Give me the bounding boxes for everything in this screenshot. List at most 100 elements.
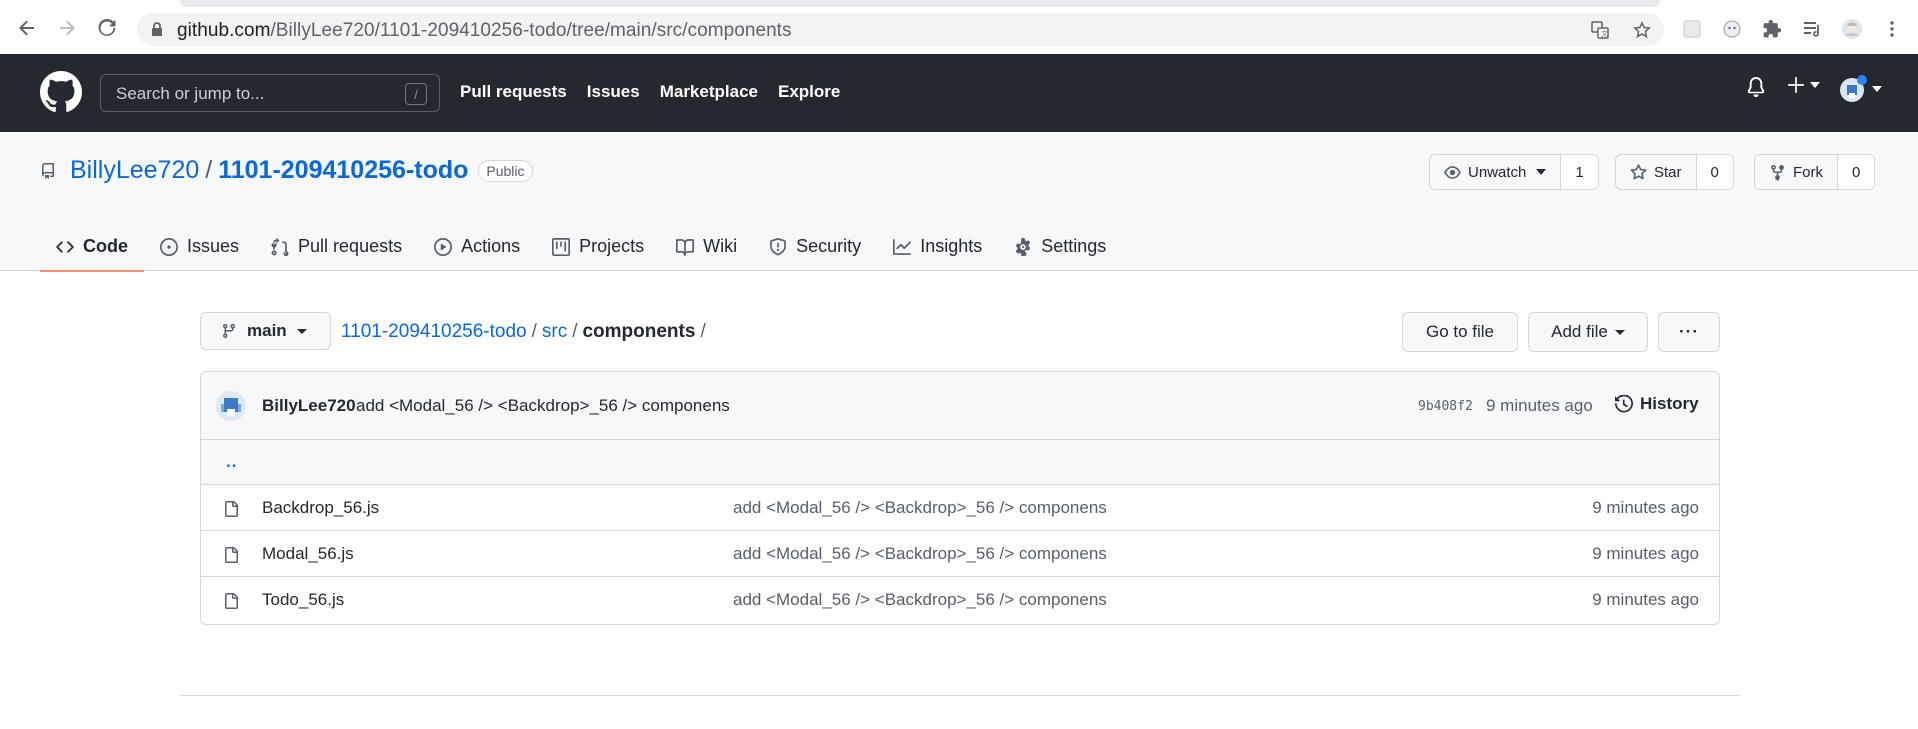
extension-face-icon[interactable] <box>1721 18 1743 40</box>
history-label: History <box>1640 394 1699 413</box>
reading-list-icon[interactable] <box>1801 18 1823 40</box>
search-input[interactable]: Search or jump to... / <box>100 74 440 112</box>
file-commit-message-link[interactable]: add <Modal_56 /> <Backdrop>_56 /> compon… <box>733 544 1107 564</box>
nav-explore[interactable]: Explore <box>778 82 840 102</box>
breadcrumb: 1101-209410256-todo / src / components / <box>341 321 711 343</box>
breadcrumb-repo-link[interactable]: 1101-209410256-todo <box>341 321 527 342</box>
reload-icon[interactable] <box>93 14 121 42</box>
url-text: github.com/BillyLee720/1101-209410256-to… <box>177 20 792 41</box>
extensions-puzzle-icon[interactable] <box>1761 18 1783 40</box>
back-icon[interactable] <box>13 14 41 42</box>
tab-settings-label: Settings <box>1041 236 1107 256</box>
tab-security[interactable]: Security <box>753 222 877 271</box>
github-logo-icon[interactable] <box>40 71 82 113</box>
tab-projects[interactable]: Projects <box>536 222 660 271</box>
repo-tabs: Code Issues Pull requests Actions Projec… <box>40 222 1122 272</box>
unwatch-label: Unwatch <box>1468 163 1527 181</box>
git-branch-icon <box>223 323 235 339</box>
commit-author-avatar[interactable] <box>216 391 246 421</box>
fork-count[interactable]: 0 <box>1838 155 1875 189</box>
file-name-link[interactable]: Modal_56.js <box>262 544 354 564</box>
file-name-link[interactable]: Backdrop_56.js <box>262 498 379 518</box>
user-avatar[interactable] <box>1839 74 1882 104</box>
commit-sha-link[interactable]: 9b408f2 <box>1418 399 1473 414</box>
star-button[interactable]: Star <box>1616 155 1697 189</box>
breadcrumb-separator: / <box>700 321 706 342</box>
bookmark-star-icon[interactable] <box>1632 20 1652 40</box>
parent-directory-link[interactable]: .. <box>226 452 237 472</box>
tab-pull-requests[interactable]: Pull requests <box>255 222 418 271</box>
nav-marketplace[interactable]: Marketplace <box>660 82 758 102</box>
chevron-down-icon <box>296 328 307 334</box>
create-new-plus-icon[interactable] <box>1787 76 1820 94</box>
star-count[interactable]: 0 <box>1696 155 1733 189</box>
tab-settings[interactable]: Settings <box>998 222 1122 271</box>
chevron-down-icon <box>1614 329 1625 335</box>
file-name-link[interactable]: Todo_56.js <box>262 590 344 610</box>
global-nav: Pull requests Issues Marketplace Explore <box>460 82 860 102</box>
repo-name-link[interactable]: 1101-209410256-todo <box>218 156 468 185</box>
visibility-badge: Public <box>478 159 533 182</box>
file-commit-time: 9 minutes ago <box>1592 498 1699 517</box>
branch-select-button[interactable]: main <box>200 312 331 350</box>
gear-icon <box>1016 237 1031 256</box>
watch-count[interactable]: 1 <box>1561 155 1598 189</box>
add-file-button[interactable]: Add file <box>1528 312 1648 352</box>
file-listing: BillyLee720 add <Modal_56 /> <Backdrop>_… <box>200 371 1720 625</box>
go-to-file-button[interactable]: Go to file <box>1402 312 1518 352</box>
browser-menu-icon[interactable] <box>1881 18 1903 40</box>
forward-icon[interactable] <box>53 14 81 42</box>
tab-issues[interactable]: Issues <box>144 222 255 271</box>
file-row: Backdrop_56.js add <Modal_56 /> <Backdro… <box>201 485 1719 531</box>
profile-avatar-icon[interactable] <box>1841 18 1863 40</box>
translate-icon[interactable]: 文 <box>1590 20 1610 40</box>
commit-time: 9 minutes ago <box>1486 396 1593 415</box>
tab-actions-label: Actions <box>461 236 521 256</box>
nav-issues[interactable]: Issues <box>587 82 640 102</box>
file-commit-message-link[interactable]: add <Modal_56 /> <Backdrop>_56 /> compon… <box>733 498 1107 518</box>
star-label: Star <box>1654 163 1682 181</box>
pull-request-icon <box>271 237 289 256</box>
history-icon <box>1615 395 1633 413</box>
file-commit-time: 9 minutes ago <box>1592 544 1699 563</box>
tab-code[interactable]: Code <box>40 222 144 272</box>
browser-toolbar: github.com/BillyLee720/1101-209410256-to… <box>0 0 1918 54</box>
file-commit-message-link[interactable]: add <Modal_56 /> <Backdrop>_56 /> compon… <box>733 590 1107 610</box>
repo-owner-link[interactable]: BillyLee720 <box>70 156 199 185</box>
breadcrumb-src-link[interactable]: src <box>542 321 567 342</box>
commit-message-link[interactable]: add <Modal_56 /> <Backdrop>_56 /> compon… <box>356 396 730 416</box>
file-icon <box>223 546 239 564</box>
page-divider <box>180 695 1740 696</box>
repo-title: BillyLee720 / 1101-209410256-todo Public <box>40 156 533 185</box>
fork-label: Fork <box>1793 163 1823 181</box>
commit-author-link[interactable]: BillyLee720 <box>262 396 356 416</box>
unwatch-button[interactable]: Unwatch <box>1430 155 1562 189</box>
repo-icon <box>40 162 56 180</box>
fork-button-group: Fork 0 <box>1754 154 1876 190</box>
tab-wiki[interactable]: Wiki <box>660 222 753 271</box>
add-file-label: Add file <box>1551 322 1608 341</box>
parent-directory-row[interactable]: .. <box>201 440 1719 485</box>
address-bar[interactable]: github.com/BillyLee720/1101-209410256-to… <box>137 13 1664 46</box>
extension-square-icon[interactable] <box>1681 18 1703 40</box>
tab-pull-requests-label: Pull requests <box>298 236 403 256</box>
fork-button[interactable]: Fork <box>1755 155 1838 189</box>
more-options-button[interactable]: ··· <box>1658 312 1720 352</box>
tab-actions[interactable]: Actions <box>418 222 536 271</box>
star-button-group: Star 0 <box>1615 154 1734 190</box>
tab-insights[interactable]: Insights <box>877 222 998 271</box>
book-icon <box>676 238 695 256</box>
lock-icon <box>151 22 163 36</box>
eye-icon <box>1444 165 1461 179</box>
file-icon <box>223 500 239 518</box>
svg-text:文: 文 <box>1601 29 1608 38</box>
history-link[interactable]: History <box>1615 394 1699 414</box>
file-commit-time: 9 minutes ago <box>1592 590 1699 609</box>
search-placeholder: Search or jump to... <box>116 84 265 103</box>
project-table-icon <box>552 237 571 256</box>
file-icon <box>223 592 239 610</box>
nav-pull-requests[interactable]: Pull requests <box>460 82 567 102</box>
notifications-bell-icon[interactable] <box>1746 76 1766 98</box>
go-to-file-label: Go to file <box>1425 322 1495 341</box>
tab-insights-label: Insights <box>920 236 983 256</box>
